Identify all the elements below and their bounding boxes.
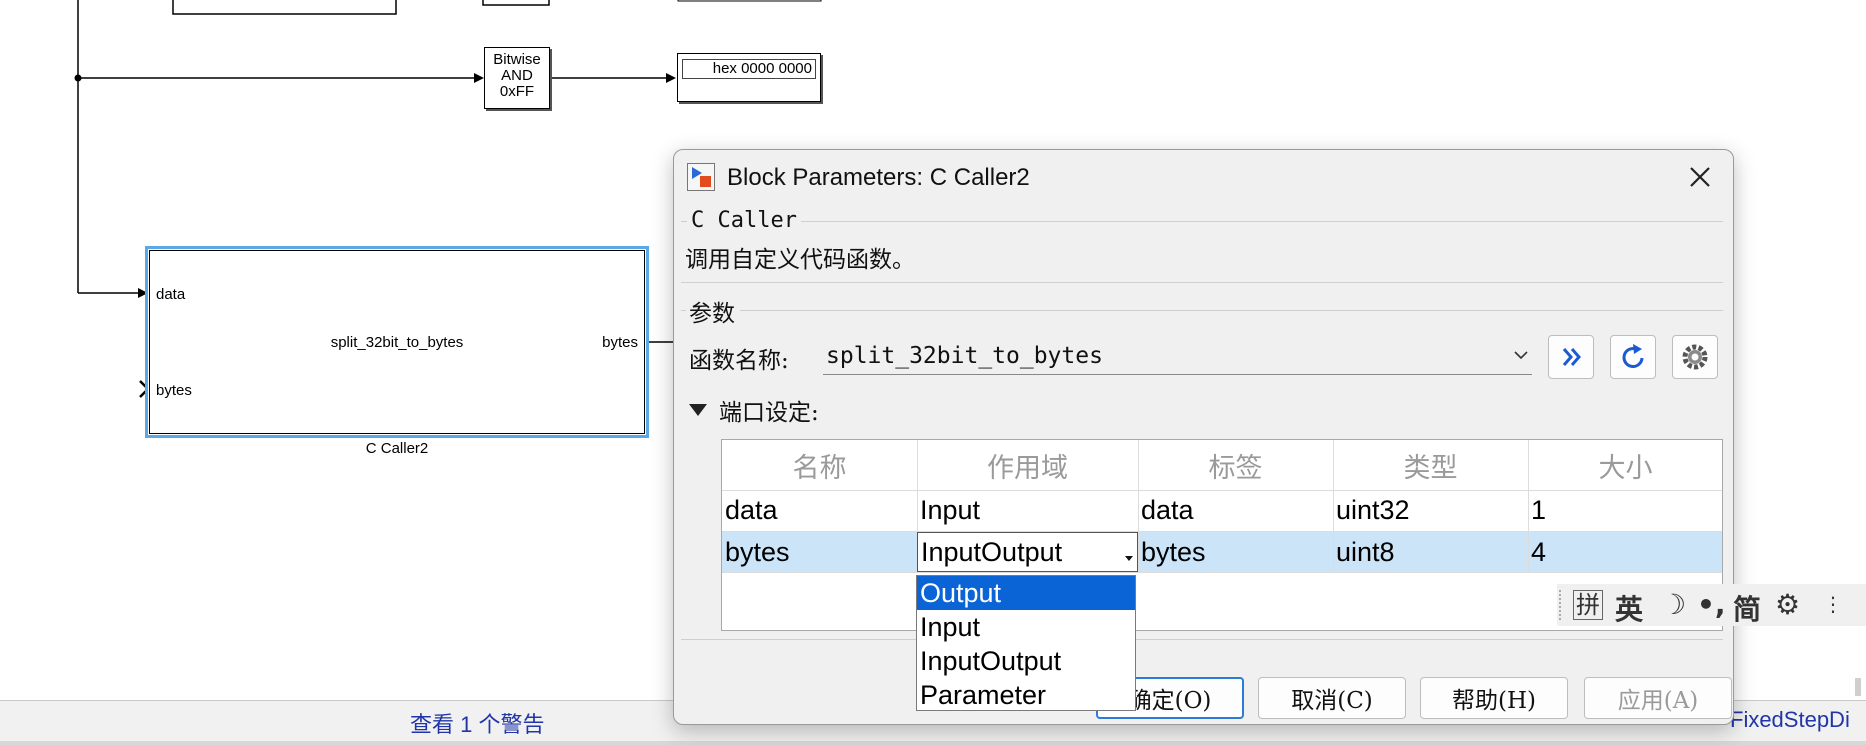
c-caller2-caption: C Caller2 [365,440,429,457]
option-parameter[interactable]: Parameter [917,678,1135,712]
params-section-label: 参数 [686,294,740,328]
solver-link[interactable]: FixedStepDi [1730,707,1850,733]
apply-button-label: 应用(A) [1617,688,1699,714]
ime-toolbar: 拼 英 ☽ •, 简 ⚙ ⋮ [1557,584,1866,626]
ime-moon-icon[interactable]: ☽ [1661,588,1686,621]
bitwise-and-block[interactable]: Bitwise AND 0xFF [484,47,550,109]
display-value: hex 0000 0000 [712,60,812,77]
row-bytes-size[interactable]: 4 [1531,537,1546,568]
ports-section-label: 端口设定: [719,400,819,426]
refresh-button[interactable] [1610,335,1656,379]
cancel-button-label: 取消(C) [1291,688,1373,714]
display-readout: hex 0000 0000 [682,59,816,79]
ime-pinyin-icon[interactable]: 拼 [1573,590,1603,620]
navigate-to-source-button[interactable] [1548,335,1594,379]
scrollbar-stub[interactable] [1855,678,1861,696]
block-description: 调用自定义代码函数。 [685,247,915,273]
c-caller2-block[interactable]: data bytes split_32bit_to_bytes bytes [145,246,649,438]
option-output[interactable]: Output [917,576,1135,610]
bitwise-line-2: AND [501,67,533,84]
row-data-scope[interactable]: Input [920,495,980,526]
port-label-data: data [156,286,186,303]
apply-button[interactable]: 应用(A) [1584,677,1732,719]
double-chevron-right-icon [1562,348,1581,366]
row-data-size[interactable]: 1 [1531,495,1546,526]
scope-combobox-value: InputOutput [921,537,1063,567]
row-data-type[interactable]: uint32 [1336,495,1410,526]
settings-button[interactable] [1672,335,1718,379]
row-bytes-type[interactable]: uint8 [1336,537,1395,568]
bitwise-line-1: Bitwise [493,51,541,68]
function-name-label: split_32bit_to_bytes [330,334,464,351]
gear-icon [1682,344,1708,370]
row-data-name[interactable]: data [725,495,778,526]
collapse-triangle-icon[interactable] [688,402,708,421]
warning-link[interactable]: 查看 1 个警告 [410,707,544,739]
scope-combobox[interactable]: InputOutput [917,532,1138,572]
dialog-title: Block Parameters: C Caller2 [727,164,1030,191]
display-block[interactable]: hex 0000 0000 [677,53,821,102]
scope-dropdown-list: Output Input InputOutput Parameter [916,575,1136,711]
chevron-down-icon[interactable] [1512,346,1530,364]
help-button[interactable]: 帮助(H) [1420,677,1568,719]
ime-punctuation-icon[interactable]: •, [1697,588,1726,621]
port-label-bytes-in: bytes [156,382,192,399]
dropdown-arrow-icon [1125,547,1133,566]
header-name[interactable]: 名称 [722,446,917,485]
refresh-icon [1622,344,1644,368]
row-bytes-label[interactable]: bytes [1141,537,1206,568]
header-size[interactable]: 大小 [1528,446,1723,485]
header-label[interactable]: 标签 [1138,446,1333,485]
ime-english-icon[interactable]: 英 [1615,588,1643,628]
block-icon [687,163,715,191]
block-type-label: C Caller [687,208,801,233]
header-type[interactable]: 类型 [1333,446,1528,485]
header-scope[interactable]: 作用域 [917,446,1138,485]
ime-expand-icon[interactable]: ⋮ [1823,592,1843,616]
row-data-label[interactable]: data [1141,495,1194,526]
selected-row-highlight [722,532,1722,572]
function-name-combobox[interactable]: split_32bit_to_bytes [823,340,1532,375]
cancel-button[interactable]: 取消(C) [1258,677,1406,719]
row-bytes-name[interactable]: bytes [725,537,790,568]
help-button-label: 帮助(H) [1451,688,1536,714]
option-inputoutput[interactable]: InputOutput [917,644,1135,678]
port-label-bytes-out: bytes [602,334,638,351]
option-input[interactable]: Input [917,610,1135,644]
function-name-field-label: 函数名称: [689,348,789,374]
bitwise-line-3: 0xFF [499,83,535,100]
close-icon[interactable] [1685,162,1715,192]
block-parameters-dialog: Block Parameters: C Caller2 C Caller 调用自… [673,149,1734,725]
ime-gear-icon[interactable]: ⚙ [1775,588,1800,621]
ime-simplified-icon[interactable]: 简 [1733,588,1761,628]
ok-button-label: 确定(O) [1128,688,1212,714]
function-name-value: split_32bit_to_bytes [826,343,1103,369]
